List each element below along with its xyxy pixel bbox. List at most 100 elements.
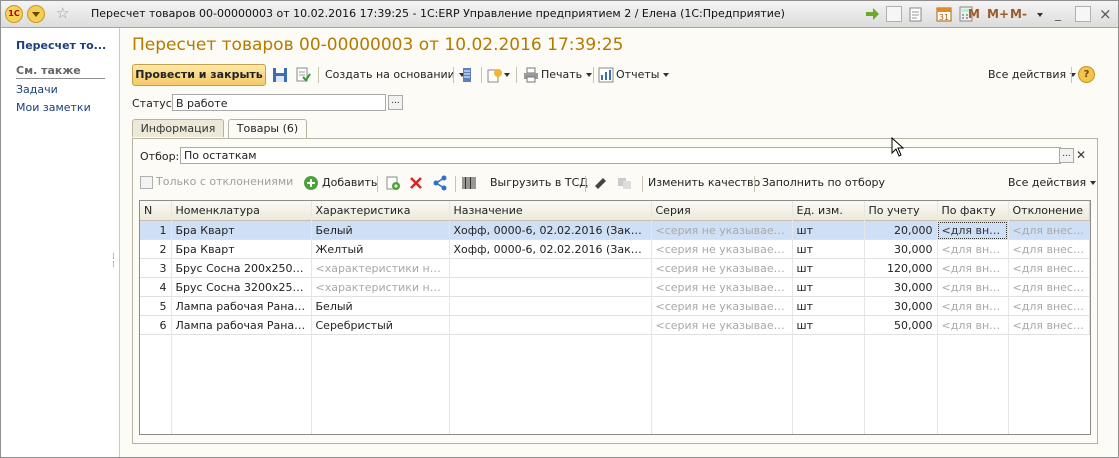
print-menu[interactable]: Печать	[541, 66, 593, 83]
panel-resize-grip[interactable]: ⁞ ⁞	[112, 253, 115, 270]
share-icon[interactable]	[432, 175, 448, 191]
only-deviations-checkbox[interactable]	[140, 176, 153, 189]
tab-goods[interactable]: Товары (6)	[228, 119, 307, 138]
post-and-close-button[interactable]: Провести и закрыть	[132, 64, 266, 86]
table-all-actions-menu[interactable]: Все действия	[1008, 174, 1097, 191]
cell-series[interactable]: <серия не указывается>	[651, 239, 793, 259]
nav-current-document[interactable]: Пересчет то...	[16, 39, 106, 52]
cell-series[interactable]: <серия не указывается>	[651, 220, 793, 240]
column-header-series[interactable]: Серия	[651, 201, 793, 221]
cell-series[interactable]: <серия не указывается>	[651, 296, 793, 316]
reports-menu[interactable]: Отчеты	[616, 66, 670, 83]
cell-purpose[interactable]	[449, 277, 652, 297]
cell-item[interactable]: Бра Кварт	[171, 220, 312, 240]
cell-unit[interactable]: шт	[792, 220, 865, 240]
cell-unit[interactable]: шт	[792, 277, 865, 297]
cell-unit[interactable]: шт	[792, 315, 865, 335]
column-header-book-qty[interactable]: По учету	[864, 201, 938, 221]
cell-item[interactable]: Брус Сосна 3200х250х2...	[171, 277, 312, 297]
cell-unit[interactable]: шт	[792, 258, 865, 278]
bookmark-icon[interactable]	[886, 6, 902, 22]
column-header-item[interactable]: Номенклатура	[171, 201, 312, 221]
reports-icon[interactable]	[598, 67, 614, 83]
column-header-unit[interactable]: Ед. изм.	[792, 201, 865, 221]
cell-item[interactable]: Лампа рабочая Ранарп	[171, 315, 312, 335]
chevron-down-icon[interactable]	[1033, 5, 1043, 23]
cell-purpose[interactable]: Хофф, 0000-6, 02.02.2016 (Заказ кл...	[449, 220, 652, 240]
document-structure-icon[interactable]	[459, 67, 475, 83]
main-menu-icon[interactable]	[27, 5, 45, 23]
cell-series[interactable]: <серия не указывается>	[651, 258, 793, 278]
cell-fact-qty[interactable]: <для внес...	[937, 239, 1009, 259]
memory-plus-button[interactable]: M+	[987, 5, 1009, 23]
cell-fact-qty[interactable]: <для внес...	[937, 315, 1009, 335]
cell-item[interactable]: Бра Кварт	[171, 239, 312, 259]
cell-fact-qty[interactable]: <для внес...	[937, 220, 1009, 240]
save-icon[interactable]	[272, 67, 288, 83]
memory-minus-button[interactable]: M-	[1010, 5, 1027, 23]
table-row[interactable]: 5 Лампа рабочая Ранарп Белый <серия не у…	[140, 296, 1090, 316]
minimize-button[interactable]: _	[1055, 5, 1061, 23]
nav-link-notes[interactable]: Мои заметки	[16, 101, 91, 114]
copy-row-icon[interactable]	[385, 175, 401, 191]
cell-characteristic[interactable]: <характеристики не ис...	[311, 277, 450, 297]
cell-purpose[interactable]	[449, 258, 652, 278]
go-forward-icon[interactable]	[864, 6, 880, 22]
cell-fact-qty[interactable]: <для внес...	[937, 258, 1009, 278]
related-documents-icon[interactable]	[487, 67, 503, 83]
table-row[interactable]: 3 Брус Сосна 200х250х... <характеристики…	[140, 258, 1090, 278]
scanner-icon[interactable]	[592, 175, 608, 191]
tab-information[interactable]: Информация	[132, 119, 224, 137]
filter-select-button[interactable]: ...	[1059, 148, 1074, 163]
cell-item[interactable]: Брус Сосна 200х250х...	[171, 258, 312, 278]
all-actions-menu[interactable]: Все действия	[988, 66, 1077, 83]
add-icon[interactable]	[303, 175, 319, 191]
column-header-characteristic[interactable]: Характеристика	[311, 201, 450, 221]
app-logo-icon[interactable]: 1С	[5, 5, 23, 23]
column-header-fact-qty[interactable]: По факту	[937, 201, 1009, 221]
fill-by-filter-button[interactable]: Заполнить по отбору	[762, 174, 885, 191]
create-based-on-menu[interactable]: Создать на основании	[325, 66, 465, 83]
cell-characteristic[interactable]: Белый	[311, 220, 450, 240]
delete-icon[interactable]	[408, 175, 424, 191]
column-header-purpose[interactable]: Назначение	[449, 201, 652, 221]
memory-m-button[interactable]: M	[968, 5, 980, 23]
table-row[interactable]: 6 Лампа рабочая Ранарп Серебристый <сери…	[140, 315, 1090, 335]
cell-fact-qty[interactable]: <для внес...	[937, 296, 1009, 316]
cell-characteristic[interactable]: Белый	[311, 296, 450, 316]
cell-fact-qty[interactable]: <для внес...	[937, 277, 1009, 297]
nav-link-tasks[interactable]: Задачи	[16, 83, 58, 96]
table-row[interactable]: 2 Бра Кварт Желтый Хофф, 0000-6, 02.02.2…	[140, 239, 1090, 259]
related-dropdown[interactable]	[504, 66, 510, 83]
printer-icon[interactable]	[523, 67, 539, 83]
favorite-star-icon[interactable]: ☆	[56, 4, 69, 22]
cell-series[interactable]: <серия не указывается>	[651, 277, 793, 297]
barcode-icon[interactable]	[461, 175, 477, 191]
cell-unit[interactable]: шт	[792, 239, 865, 259]
cell-purpose[interactable]	[449, 315, 652, 335]
cell-purpose[interactable]: Хофф, 0000-6, 02.02.2016 (Заказ кл...	[449, 239, 652, 259]
calendar-icon[interactable]: 31	[936, 6, 952, 22]
cell-unit[interactable]: шт	[792, 296, 865, 316]
cell-purpose[interactable]	[449, 296, 652, 316]
cell-characteristic[interactable]: <характеристики не ис...	[311, 258, 450, 278]
filter-clear-icon[interactable]: ✕	[1074, 147, 1088, 164]
post-document-icon[interactable]	[295, 67, 311, 83]
help-button[interactable]: ?	[1078, 66, 1095, 83]
history-icon[interactable]	[908, 6, 924, 22]
column-header-deviation[interactable]: Отклонение	[1008, 201, 1090, 221]
maximize-button[interactable]	[1075, 6, 1091, 22]
column-header-n[interactable]: N	[140, 201, 172, 221]
change-quality-button[interactable]: Изменить качество	[648, 174, 760, 191]
upload-tsd-button[interactable]: Выгрузить в ТСД	[490, 174, 588, 191]
status-select-button[interactable]: ...	[388, 95, 403, 110]
cell-characteristic[interactable]: Серебристый	[311, 315, 450, 335]
filter-field[interactable]: По остаткам	[180, 147, 1061, 164]
cell-item[interactable]: Лампа рабочая Ранарп	[171, 296, 312, 316]
add-button[interactable]: Добавить	[322, 174, 377, 191]
table-row[interactable]: 1 Бра Кварт Белый Хофф, 0000-6, 02.02.20…	[140, 220, 1090, 240]
cell-characteristic[interactable]: Желтый	[311, 239, 450, 259]
close-button[interactable]: ×	[1099, 5, 1112, 23]
cell-series[interactable]: <серия не указывается>	[651, 315, 793, 335]
status-field[interactable]: В работе	[172, 94, 386, 111]
